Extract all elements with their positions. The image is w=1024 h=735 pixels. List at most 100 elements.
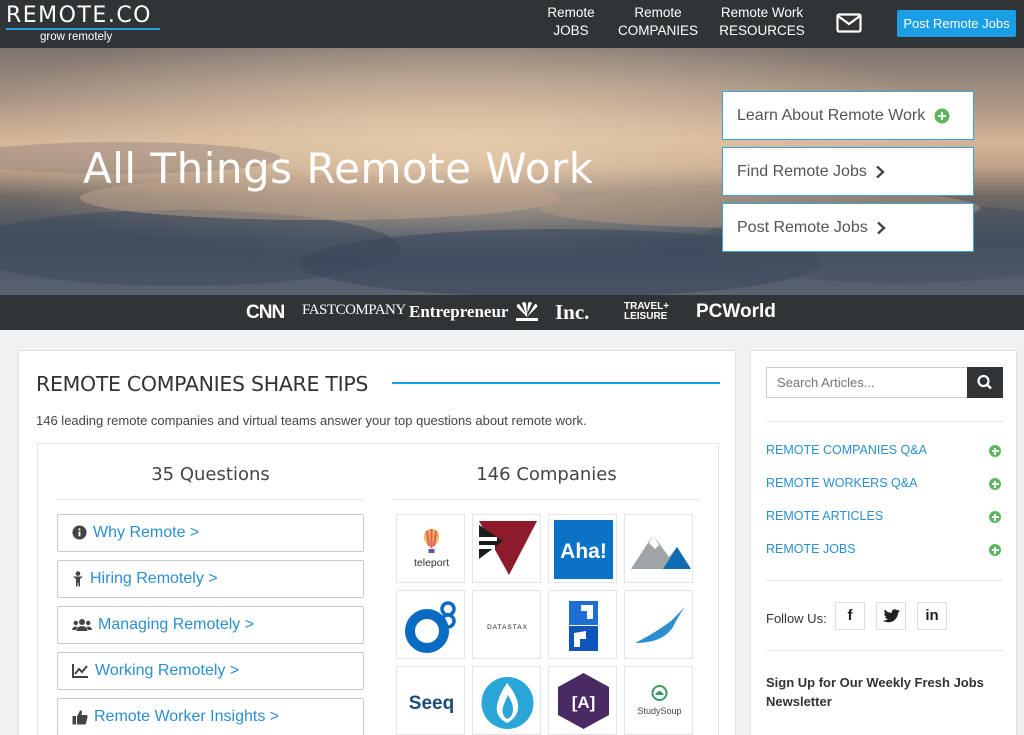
question-hiring-remotely[interactable]: Hiring Remotely > — [57, 560, 364, 598]
button-label: Find Remote Jobs — [737, 163, 867, 180]
s-shield-logo — [569, 601, 598, 651]
company-tile-triangle[interactable] — [472, 514, 541, 583]
post-remote-jobs-hero-button[interactable]: Post Remote Jobs — [722, 203, 974, 252]
company-tile-flame[interactable] — [472, 666, 541, 735]
nav-line1: Remote — [634, 5, 682, 20]
link-label: REMOTE ARTICLES — [766, 509, 884, 523]
link-label: REMOTE WORKERS Q&A — [766, 476, 918, 490]
info-circle-icon — [72, 525, 87, 540]
question-managing-remotely[interactable]: Managing Remotely > — [57, 606, 364, 644]
company-tile-datastax[interactable]: DATASTAX — [472, 590, 541, 659]
logo-underline — [6, 28, 160, 30]
tile-label: StudySoup — [637, 706, 681, 716]
nav-line1: Remote — [547, 5, 595, 20]
question-remote-worker-insights[interactable]: Remote Worker Insights > — [57, 698, 364, 735]
hero-banner: All Things Remote Work Learn About Remot… — [0, 48, 1024, 295]
nav-remote-jobs[interactable]: Remote JOBS — [543, 4, 599, 40]
plus-circle-icon — [989, 511, 1001, 523]
sidebar-link-remote-workers-qa[interactable]: REMOTE WORKERS Q&A — [766, 476, 1003, 490]
aha-logo: Aha! — [554, 520, 613, 579]
bracket-a-logo: [A] — [558, 673, 609, 729]
divider — [766, 580, 1003, 581]
fastcompany-logo: FASTCOMPANY — [302, 302, 406, 318]
entrepreneur-logo: Entrepreneur — [409, 302, 509, 321]
studysoup-logo: StudySoup — [637, 685, 682, 716]
nav-remote-work-resources[interactable]: Remote Work RESOURCES — [717, 4, 807, 40]
question-label: Why Remote > — [93, 524, 200, 541]
learn-about-remote-work-button[interactable]: Learn About Remote Work — [722, 91, 974, 140]
company-tile-o8[interactable] — [396, 590, 465, 659]
question-label: Working Remotely > — [95, 662, 240, 679]
chevron-right-icon — [877, 221, 886, 235]
sidebar: REMOTE COMPANIES Q&A REMOTE WORKERS Q&A … — [750, 350, 1017, 735]
sidebar-link-remote-jobs[interactable]: REMOTE JOBS — [766, 542, 1003, 556]
follow-us-label: Follow Us: — [766, 611, 827, 626]
teleport-logo: teleport — [414, 529, 449, 569]
line-chart-icon — [72, 663, 88, 678]
company-tile-mountains[interactable] — [624, 514, 693, 583]
post-remote-jobs-button[interactable]: Post Remote Jobs — [897, 10, 1016, 37]
search-button[interactable] — [967, 367, 1003, 398]
tile-label: teleport — [414, 557, 449, 569]
twitter-icon[interactable] — [876, 602, 906, 630]
divider — [393, 499, 700, 500]
question-label: Hiring Remotely > — [90, 570, 218, 587]
search-articles-input[interactable] — [766, 367, 968, 398]
questions-heading: 35 Questions — [151, 464, 270, 485]
divider — [766, 421, 1003, 422]
tile-label: [A] — [572, 693, 596, 712]
chevron-right-icon — [876, 165, 886, 179]
top-navigation-bar: REMOTE.CO grow remotely Remote JOBS Remo… — [0, 0, 1024, 48]
newsletter-signup-heading: Sign Up for Our Weekly Fresh Jobs Newsle… — [766, 675, 984, 709]
company-tile-bracket-a[interactable]: [A] — [548, 666, 617, 735]
tile-label: Seeq — [409, 693, 454, 714]
envelope-icon[interactable] — [836, 13, 862, 33]
o8-logo — [405, 601, 456, 653]
questions-companies-panel: 35 Questions 146 Companies Why Remote > … — [37, 443, 719, 735]
mountains-logo — [631, 535, 691, 569]
company-tile-aha[interactable]: Aha! — [548, 514, 617, 583]
sidebar-link-remote-companies-qa[interactable]: REMOTE COMPANIES Q&A — [766, 443, 1003, 457]
nav-line2: COMPANIES — [617, 23, 698, 38]
site-logo[interactable]: REMOTE.CO grow remotely — [6, 4, 162, 44]
company-tile-seeq[interactable]: Seeq — [396, 666, 465, 735]
divider — [57, 499, 364, 500]
wave-logo — [635, 607, 685, 643]
plus-circle-icon — [989, 544, 1001, 556]
company-tile-teleport[interactable]: teleport — [396, 514, 465, 583]
nbc-peacock-logo — [516, 302, 538, 321]
companies-heading: 146 Companies — [476, 464, 617, 485]
button-label: Post Remote Jobs — [737, 219, 868, 236]
travel-leisure-logo: TRAVEL+ LEISURE — [624, 301, 670, 322]
red-triangle-logo — [479, 521, 537, 575]
person-icon — [73, 571, 83, 587]
company-tile-studysoup[interactable]: StudySoup — [624, 666, 693, 735]
nav-line2: JOBS — [553, 23, 589, 38]
question-why-remote[interactable]: Why Remote > — [57, 514, 364, 552]
divider — [766, 650, 1003, 651]
users-icon — [72, 618, 92, 631]
question-working-remotely[interactable]: Working Remotely > — [57, 652, 364, 690]
logo-text: REMOTE.CO — [6, 3, 152, 28]
twitter-bird-glyph — [882, 609, 900, 623]
link-label: REMOTE JOBS — [766, 542, 856, 556]
title-accent-line — [392, 382, 720, 384]
flame-logo — [481, 677, 534, 729]
find-remote-jobs-button[interactable]: Find Remote Jobs — [722, 147, 974, 196]
linkedin-icon[interactable]: in — [917, 602, 947, 630]
nav-remote-companies[interactable]: Remote COMPANIES — [616, 4, 700, 40]
section-description: 146 leading remote companies and virtual… — [36, 413, 587, 428]
button-label: Learn About Remote Work — [737, 107, 926, 124]
sidebar-link-remote-articles[interactable]: REMOTE ARTICLES — [766, 509, 1003, 523]
inc-logo: Inc. — [555, 300, 590, 324]
link-label: REMOTE COMPANIES Q&A — [766, 443, 927, 457]
seeq-logo: Seeq — [409, 693, 454, 714]
company-tile-s[interactable] — [548, 590, 617, 659]
pcworld-logo: PCWorld — [696, 301, 776, 322]
search-icon — [977, 374, 992, 390]
facebook-icon[interactable]: f — [835, 602, 865, 630]
company-tile-wave[interactable] — [624, 590, 693, 659]
nav-line1: Remote Work — [720, 5, 804, 20]
thumbs-up-icon — [72, 710, 88, 725]
question-label: Managing Remotely > — [98, 616, 255, 633]
